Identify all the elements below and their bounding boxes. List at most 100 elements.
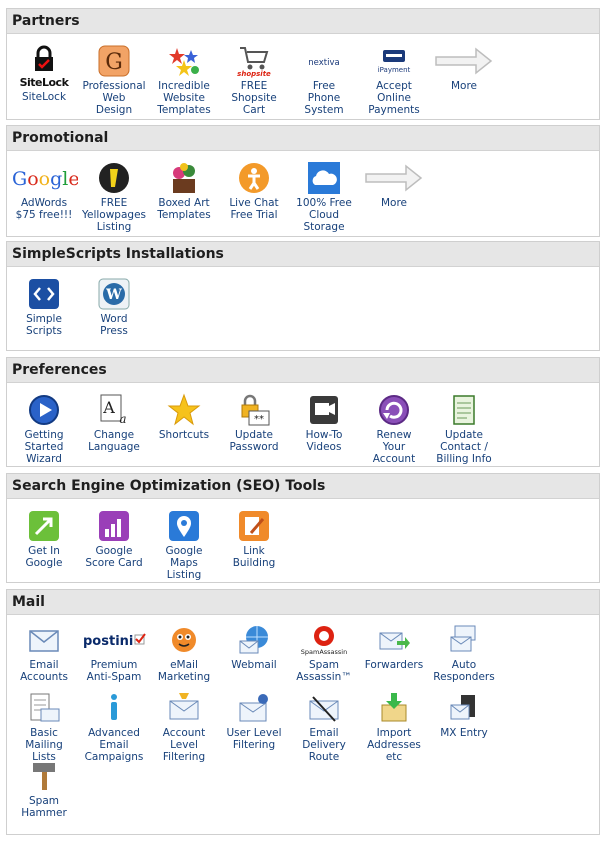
item-website-templates[interactable]: Incredible Website Templates xyxy=(149,44,219,116)
item-link-building[interactable]: Link Building xyxy=(219,509,289,569)
section-title: Partners xyxy=(7,9,599,34)
notepad-icon xyxy=(453,395,475,425)
simplescripts-icon xyxy=(29,279,59,309)
item-label: More xyxy=(380,197,408,209)
item-label: Get In Google xyxy=(25,545,63,569)
item-label: Auto Responders xyxy=(433,659,495,683)
lock-password-icon: ** xyxy=(241,394,270,426)
ipayment-icon: iPayment xyxy=(378,50,411,74)
item-postini[interactable]: postini Premium Anti-Spam xyxy=(79,623,149,683)
envelope-icon xyxy=(29,630,59,652)
item-sitelock[interactable]: SiteLock SiteLock xyxy=(9,44,79,103)
item-label: Account Level Filtering xyxy=(162,727,206,763)
item-spam-assassin[interactable]: SpamAssassin Spam Assassin™ xyxy=(289,623,359,683)
item-label: Update Password xyxy=(229,429,279,453)
item-mailing-lists[interactable]: Basic Mailing Lists xyxy=(9,691,79,763)
item-label: eMail Marketing xyxy=(157,659,211,683)
item-professional-web-design[interactable]: G Professional Web Design xyxy=(79,44,149,116)
svg-text:**: ** xyxy=(254,414,264,425)
item-google-maps-listing[interactable]: Google Maps Listing xyxy=(149,509,219,581)
section-title: Search Engine Optimization (SEO) Tools xyxy=(7,474,599,499)
item-delivery-route[interactable]: Email Delivery Route xyxy=(289,691,359,763)
item-label: Free Phone System xyxy=(304,80,344,116)
spamassassin-icon: SpamAssassin xyxy=(301,626,347,656)
item-cloud-storage[interactable]: 100% Free Cloud Storage xyxy=(289,161,359,233)
boxed-art-icon xyxy=(173,163,195,193)
item-mx-entry[interactable]: MX Entry xyxy=(429,691,499,739)
item-email-accounts[interactable]: Email Accounts xyxy=(9,623,79,683)
user-filter-icon xyxy=(239,694,268,722)
maps-pin-icon xyxy=(169,511,199,541)
item-label: Premium Anti-Spam xyxy=(86,659,142,683)
item-label: Google Maps Listing xyxy=(165,545,203,581)
item-label: Email Delivery Route xyxy=(302,727,346,763)
star-icon xyxy=(167,393,201,426)
route-mail-icon xyxy=(309,696,339,722)
svg-text:G: G xyxy=(105,50,123,75)
svg-text:A: A xyxy=(102,398,115,417)
renew-icon xyxy=(379,395,409,425)
item-label: 100% Free Cloud Storage xyxy=(296,197,352,233)
item-online-payments[interactable]: iPayment Accept Online Payments xyxy=(359,44,429,116)
item-promotional-more[interactable]: More xyxy=(359,161,429,209)
item-label: Word Press xyxy=(100,313,128,337)
svg-text:nextiva: nextiva xyxy=(308,58,339,68)
play-icon xyxy=(29,395,59,425)
item-getting-started[interactable]: Getting Started Wizard xyxy=(9,393,79,465)
item-webmail[interactable]: Webmail xyxy=(219,623,289,671)
item-account-filtering[interactable]: Account Level Filtering xyxy=(149,691,219,763)
item-label: More xyxy=(450,80,478,92)
item-wordpress[interactable]: W Word Press xyxy=(79,277,149,337)
item-email-campaigns[interactable]: Advanced Email Campaigns xyxy=(79,691,149,763)
item-adwords[interactable]: Google AdWords $75 free!!! xyxy=(9,161,79,221)
cloud-icon xyxy=(308,162,340,194)
item-label: Getting Started Wizard xyxy=(24,429,64,465)
section-promotional: Promotional Google AdWords $75 free!!! F… xyxy=(6,125,600,237)
item-forwarders[interactable]: Forwarders xyxy=(359,623,429,671)
item-user-filtering[interactable]: User Level Filtering xyxy=(219,691,289,751)
item-label: Spam Hammer xyxy=(21,795,67,819)
item-label: Accept Online Payments xyxy=(368,80,420,116)
item-google-score-card[interactable]: Google Score Card xyxy=(79,509,149,569)
section-title: Promotional xyxy=(7,126,599,151)
item-update-contact[interactable]: Update Contact / Billing Info xyxy=(429,393,499,465)
svg-text:shopsite: shopsite xyxy=(237,70,271,78)
item-how-to-videos[interactable]: How-To Videos xyxy=(289,393,359,453)
item-live-chat[interactable]: Live Chat Free Trial xyxy=(219,161,289,221)
item-yellowpages[interactable]: FREE Yellowpages Listing xyxy=(79,161,149,233)
item-auto-responders[interactable]: Auto Responders xyxy=(429,623,499,683)
svg-text:Google: Google xyxy=(12,168,78,190)
arrow-right-icon xyxy=(435,47,493,75)
item-shortcuts[interactable]: Shortcuts xyxy=(149,393,219,441)
templates-icon xyxy=(169,48,199,76)
item-label: FREE Yellowpages Listing xyxy=(81,197,147,233)
item-label: Change Language xyxy=(88,429,140,453)
item-label: Live Chat Free Trial xyxy=(229,197,279,221)
section-simplescripts: SimpleScripts Installations Simple Scrip… xyxy=(6,241,600,351)
item-label: Webmail xyxy=(231,659,277,671)
svg-text:iPayment: iPayment xyxy=(378,66,411,74)
item-partners-more[interactable]: More xyxy=(429,44,499,92)
item-change-language[interactable]: A a Change Language xyxy=(79,393,149,453)
item-label: User Level Filtering xyxy=(226,727,282,751)
item-email-marketing[interactable]: eMail Marketing xyxy=(149,623,219,683)
item-label: Basic Mailing Lists xyxy=(25,727,63,763)
item-shopsite-cart[interactable]: shopsite FREE Shopsite Cart xyxy=(219,44,289,116)
yellowpages-icon xyxy=(99,163,129,193)
item-simple-scripts[interactable]: Simple Scripts xyxy=(9,277,79,337)
mascot-icon xyxy=(172,628,196,652)
item-import-addresses[interactable]: Import Addresses etc xyxy=(359,691,429,763)
item-label: Forwarders xyxy=(364,659,424,671)
item-label: Boxed Art Templates xyxy=(157,197,211,221)
item-renew-account[interactable]: Renew Your Account xyxy=(359,393,429,465)
item-label: Google Score Card xyxy=(85,545,143,569)
forwarders-icon xyxy=(379,632,410,650)
item-boxed-art[interactable]: Boxed Art Templates xyxy=(149,161,219,221)
item-spam-hammer[interactable]: Spam Hammer xyxy=(9,759,79,819)
item-label: Link Building xyxy=(232,545,276,569)
language-icon: A a xyxy=(100,394,127,426)
item-update-password[interactable]: ** Update Password xyxy=(219,393,289,453)
item-get-in-google[interactable]: Get In Google xyxy=(9,509,79,569)
item-label: SiteLock xyxy=(21,91,67,103)
item-free-phone[interactable]: nextiva Free Phone System xyxy=(289,44,359,116)
